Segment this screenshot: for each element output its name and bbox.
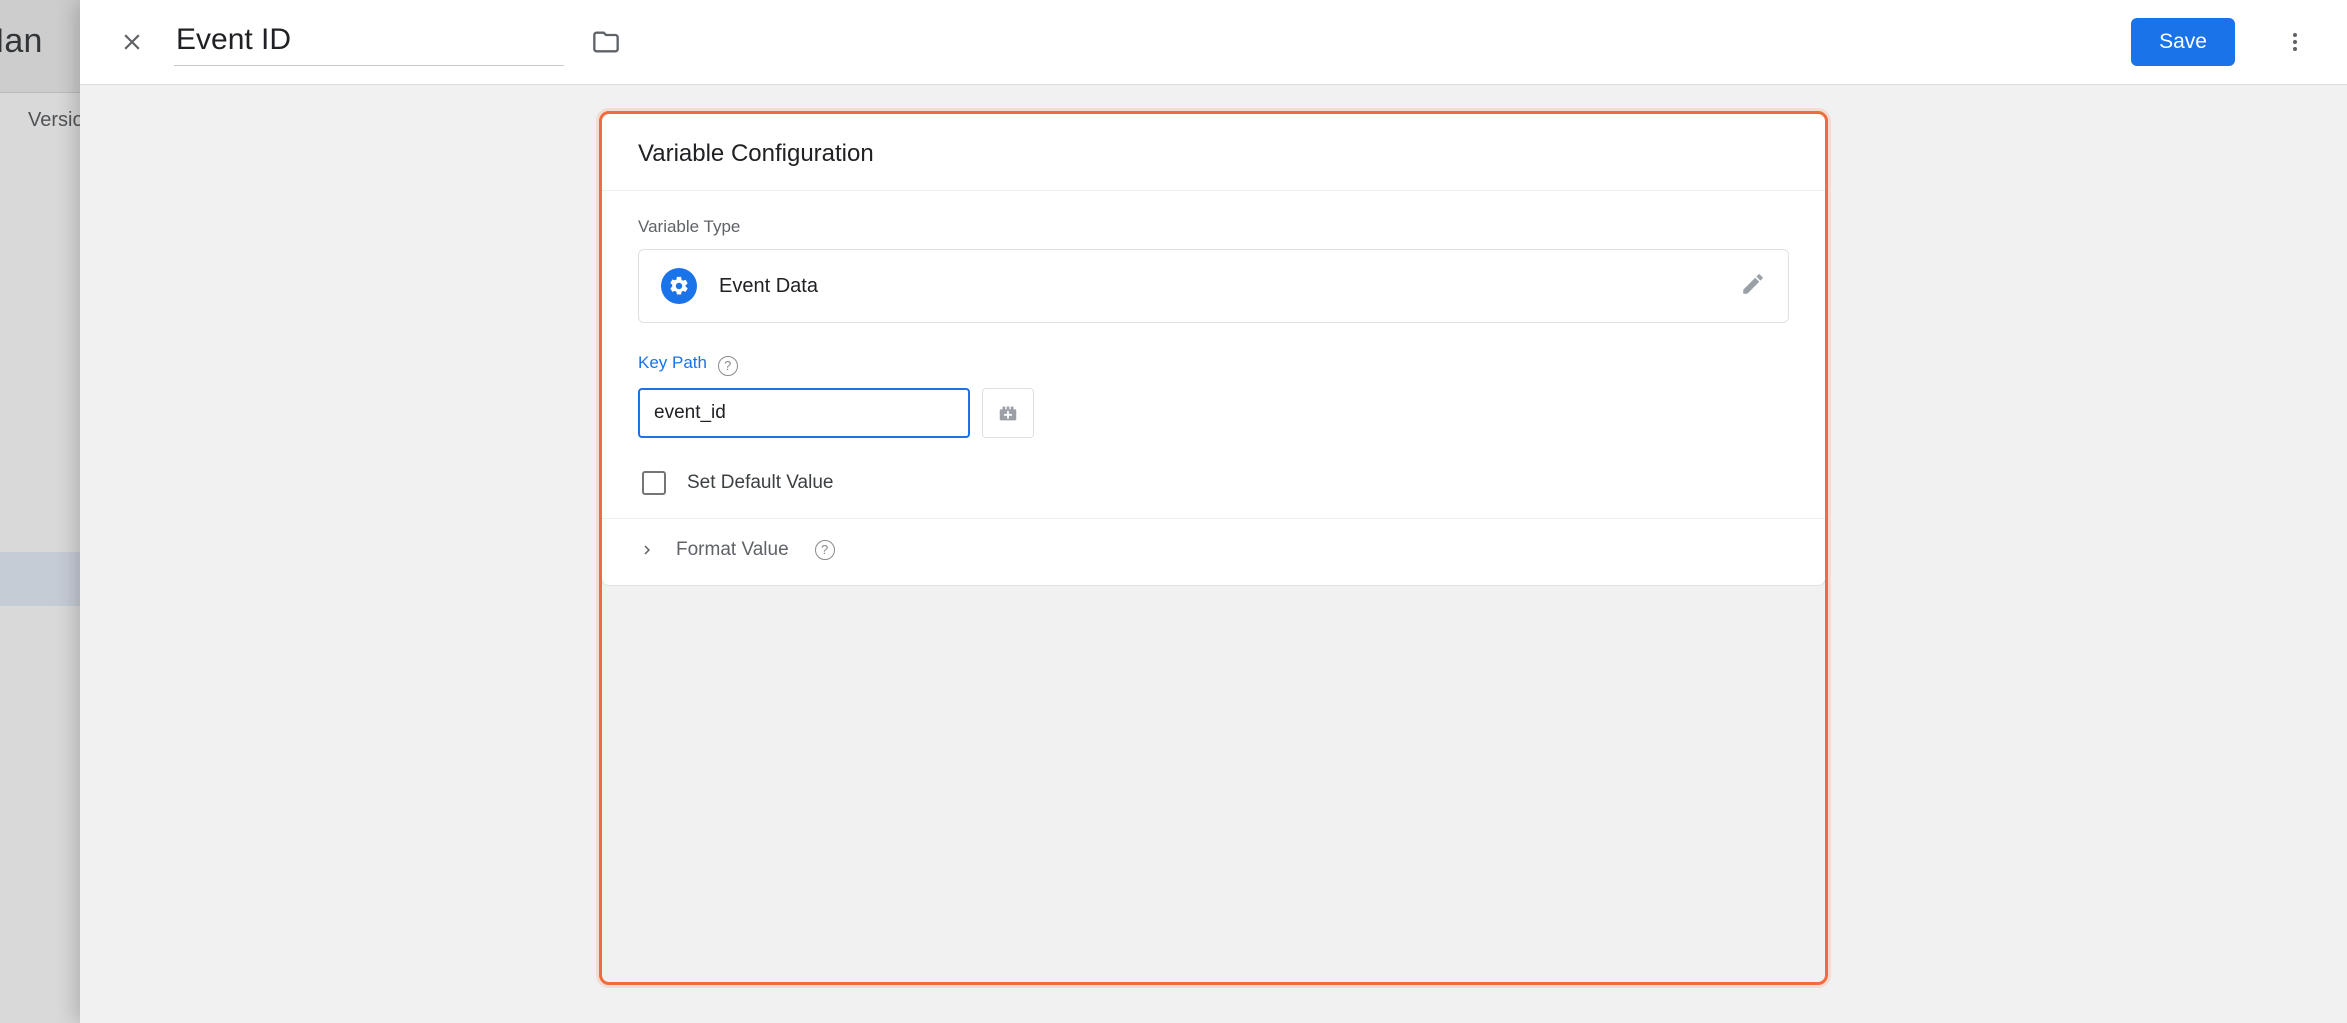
key-path-input[interactable] xyxy=(638,388,970,438)
more-menu-button[interactable] xyxy=(2271,18,2319,66)
save-button[interactable]: Save xyxy=(2131,18,2235,66)
variable-name-input[interactable] xyxy=(174,19,564,66)
more-vert-icon xyxy=(2283,30,2307,54)
variable-type-section: Variable Type Event Data xyxy=(602,191,1825,327)
gear-icon xyxy=(668,275,690,297)
chevron-right-icon xyxy=(638,541,656,559)
edit-type-icon-wrap xyxy=(1740,271,1766,302)
folder-button[interactable] xyxy=(582,18,630,66)
folder-icon xyxy=(592,28,620,56)
key-path-section: Key Path ? xyxy=(602,327,1825,442)
modal-header: Save xyxy=(80,0,2347,85)
gear-badge-icon xyxy=(661,268,697,304)
insert-variable-button[interactable] xyxy=(982,388,1034,438)
lego-plus-icon xyxy=(997,402,1019,424)
variable-editor-modal: Save Variable Configuration Variable Typ… xyxy=(80,0,2347,1023)
help-icon[interactable]: ? xyxy=(815,540,835,560)
set-default-value-label: Set Default Value xyxy=(687,472,833,494)
modal-body: Variable Configuration Variable Type Eve… xyxy=(80,85,2347,1023)
format-value-label: Format Value xyxy=(676,539,789,561)
variable-type-name: Event Data xyxy=(719,275,818,298)
help-icon[interactable]: ? xyxy=(718,356,738,376)
close-icon xyxy=(119,29,145,55)
close-button[interactable] xyxy=(108,18,156,66)
card-heading: Variable Configuration xyxy=(602,114,1825,191)
variable-type-label: Variable Type xyxy=(638,217,1789,237)
format-value-row[interactable]: Format Value ? xyxy=(602,519,1825,567)
variable-type-selector[interactable]: Event Data xyxy=(638,249,1789,323)
set-default-value-row[interactable]: Set Default Value xyxy=(602,442,1825,519)
key-path-label: Key Path ? xyxy=(638,353,1789,376)
set-default-value-checkbox[interactable] xyxy=(642,471,666,495)
variable-configuration-card: Variable Configuration Variable Type Eve… xyxy=(601,113,1826,586)
pencil-icon xyxy=(1740,271,1766,297)
